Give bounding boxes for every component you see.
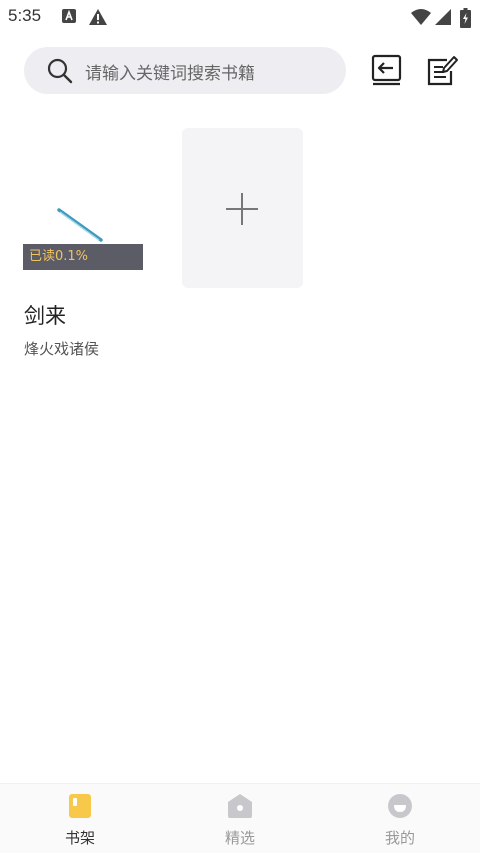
app-notification-icon <box>62 9 76 23</box>
read-progress-badge: 已读0.1% <box>23 244 143 270</box>
book-title[interactable]: 剑来 <box>24 300 66 330</box>
bookshelf-icon <box>69 794 91 818</box>
nav-label-bookshelf: 书架 <box>64 829 95 847</box>
search-icon <box>47 58 73 84</box>
featured-icon <box>228 794 252 818</box>
battery-charging-icon <box>460 8 471 28</box>
nav-item-bookshelf[interactable]: 书架 <box>40 784 120 853</box>
profile-icon <box>388 794 412 818</box>
warning-icon <box>89 9 107 25</box>
signal-icon <box>435 9 451 25</box>
nav-item-featured[interactable]: 精选 <box>200 784 280 853</box>
cover-image <box>57 208 103 242</box>
wifi-icon <box>411 9 431 25</box>
import-book-icon[interactable] <box>370 53 404 87</box>
nav-item-profile[interactable]: 我的 <box>360 784 440 853</box>
book-cover[interactable]: 已读0.1% <box>23 128 143 270</box>
edit-shelf-icon[interactable] <box>425 53 459 87</box>
bottom-nav: 书架 精选 我的 <box>0 783 480 853</box>
status-time: 5:35 <box>8 6 42 25</box>
book-author: 烽火戏诸侯 <box>24 340 100 358</box>
nav-label-profile: 我的 <box>384 829 415 847</box>
search-input[interactable]: 请输入关键词搜索书籍 <box>24 47 346 94</box>
nav-label-featured: 精选 <box>224 829 255 847</box>
plus-icon <box>226 193 258 225</box>
status-bar: 5:35 <box>0 0 480 34</box>
add-book-button[interactable] <box>182 128 303 288</box>
search-placeholder: 请输入关键词搜索书籍 <box>85 64 255 84</box>
